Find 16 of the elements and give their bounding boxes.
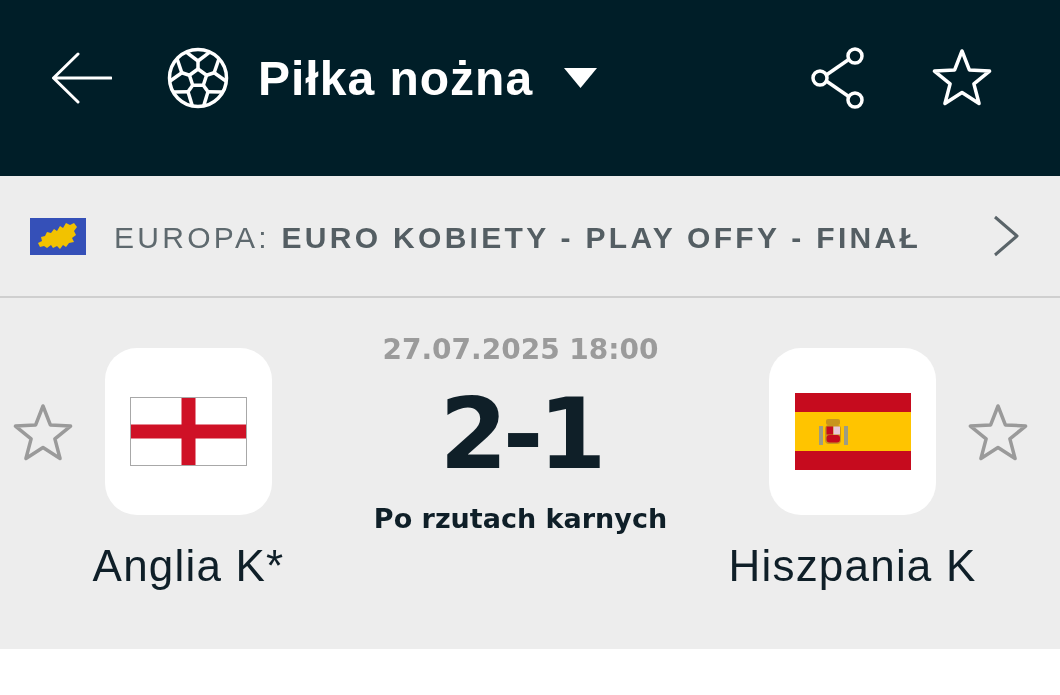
europe-map-icon <box>30 217 86 255</box>
team-name: Hiszpania K <box>728 541 977 592</box>
share-icon <box>810 47 865 109</box>
back-arrow-icon <box>50 52 112 104</box>
caret-icon <box>564 68 598 88</box>
cross-flag-icon <box>105 348 272 515</box>
match-datetime: 27.07.2025 18:00 <box>382 333 659 367</box>
match-status: Po rzutach karnych <box>373 502 668 535</box>
sport-dropdown[interactable]: Piłka nożna <box>167 47 598 109</box>
competition-link[interactable]: EUROPA: EURO KOBIETY - PLAY OFFY - FINAŁ <box>0 176 1060 298</box>
striped-flag-icon <box>769 348 936 515</box>
team-name: Anglia K* <box>92 541 285 592</box>
share-button[interactable] <box>810 47 865 109</box>
chevron-right-icon <box>992 215 1020 257</box>
match-score: 2-1 <box>439 384 602 483</box>
soccer-ball-icon <box>167 47 229 109</box>
